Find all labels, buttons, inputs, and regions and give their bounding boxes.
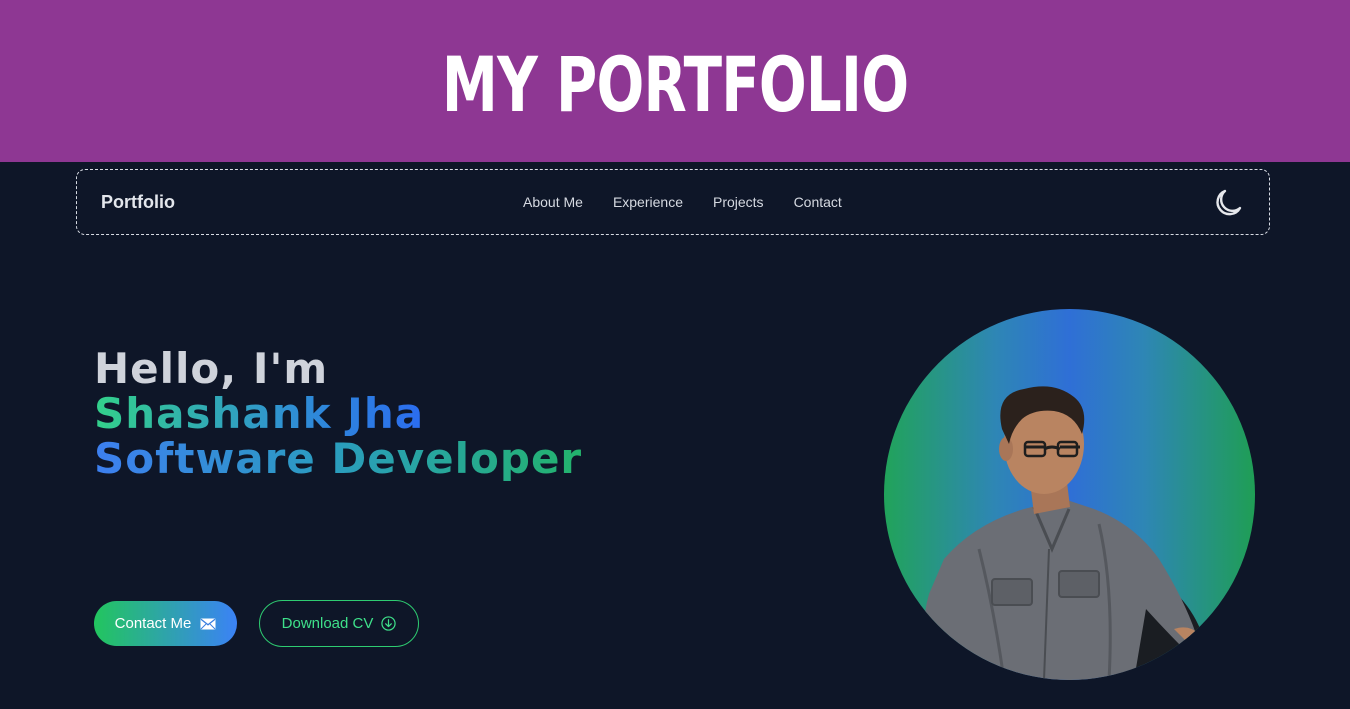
- download-cv-button[interactable]: Download CV: [259, 600, 419, 647]
- hero-heading: Hello, I'm Shashank Jha Software Develop…: [94, 346, 582, 481]
- hero-actions: Contact Me Download CV: [94, 600, 419, 647]
- banner: MY PORTFOLIO: [0, 0, 1350, 162]
- nav-links: About Me Experience Projects Contact: [523, 194, 842, 210]
- moon-icon: [1216, 189, 1242, 216]
- download-cv-label: Download CV: [281, 615, 374, 632]
- nav-link-projects[interactable]: Projects: [713, 194, 764, 210]
- contact-me-button[interactable]: Contact Me: [94, 601, 237, 646]
- download-circle-icon: [381, 616, 397, 631]
- contact-me-label: Contact Me: [114, 615, 192, 632]
- brand-logo[interactable]: Portfolio: [101, 192, 175, 213]
- mail-icon: [200, 618, 216, 629]
- nav-link-experience[interactable]: Experience: [613, 194, 683, 210]
- profile-photo: [884, 309, 1255, 680]
- nav-link-about-me[interactable]: About Me: [523, 194, 583, 210]
- hero-role: Software Developer: [94, 434, 583, 483]
- hero-name: Shashank Jha: [94, 389, 425, 438]
- banner-title: MY PORTFOLIO: [441, 40, 909, 129]
- navbar: Portfolio About Me Experience Projects C…: [76, 169, 1270, 235]
- portfolio-page: Portfolio About Me Experience Projects C…: [0, 162, 1350, 709]
- nav-link-contact[interactable]: Contact: [794, 194, 842, 210]
- person-illustration: [922, 386, 1204, 680]
- theme-toggle-button[interactable]: [1211, 186, 1245, 220]
- hero-greeting: Hello, I'm: [94, 344, 329, 393]
